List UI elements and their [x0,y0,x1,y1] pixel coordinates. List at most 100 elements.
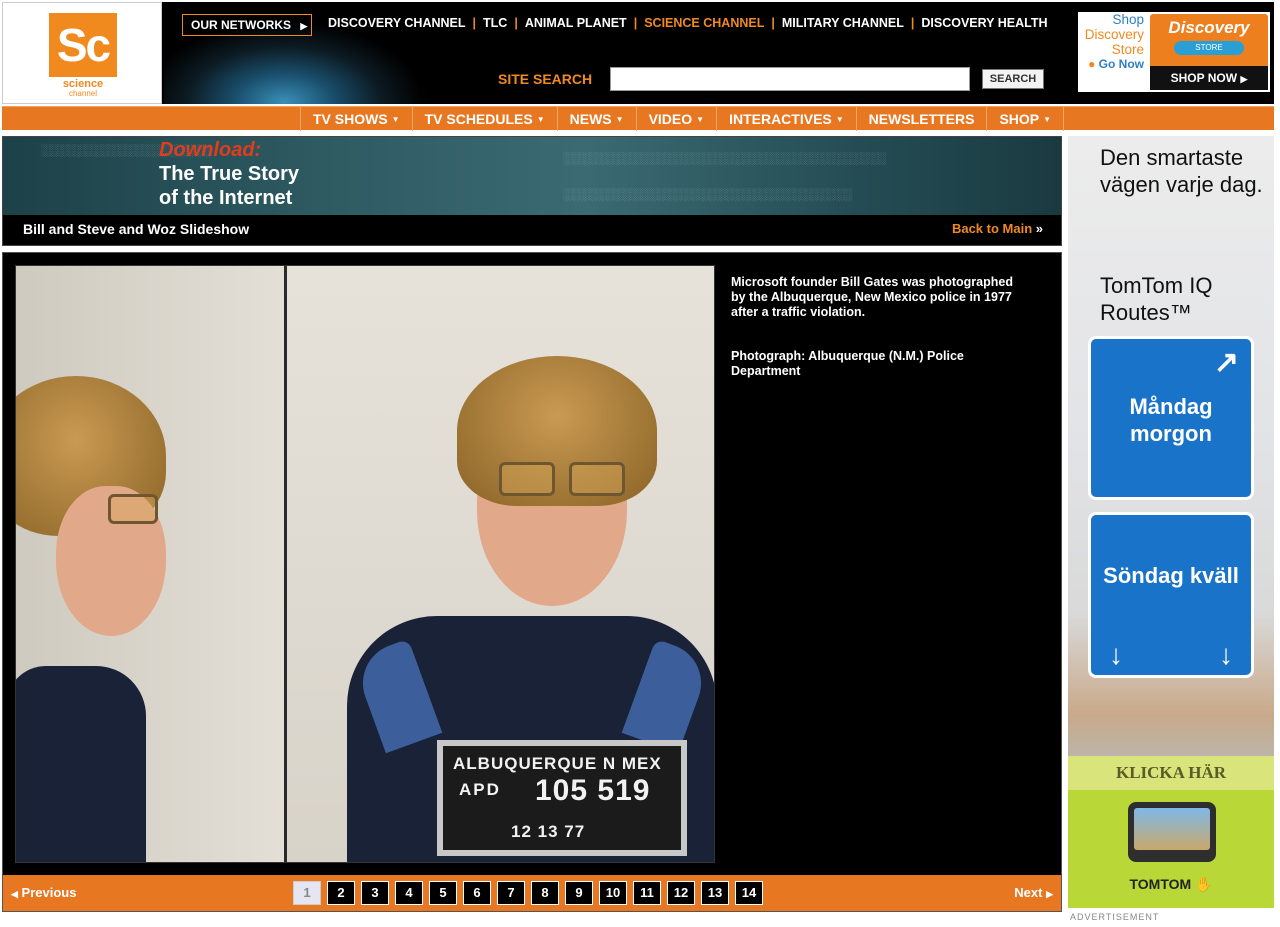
site-search-input[interactable] [610,67,970,91]
network-nav-area: OUR NETWORKS ▶ DISCOVERY CHANNEL | TLC |… [164,2,1068,104]
previous-button[interactable]: ◀ Previous [11,885,76,900]
separator: | [514,16,518,30]
go-arrow-icon: ● [1088,57,1096,71]
main-nav-bar: TV SHOWS ▼ TV SCHEDULES ▼ NEWS ▼ VIDEO ▼ INT… [2,106,1274,131]
network-link-science-channel[interactable]: SCIENCE CHANNEL [644,16,764,30]
road-sign-sunday: Söndag kväll ↓ ↓ [1088,512,1254,678]
page-button-14[interactable]: 14 [735,881,763,905]
our-networks-button[interactable]: OUR NETWORKS ▶ [182,14,312,36]
store-globe-badge: STORE [1174,41,1244,55]
slide-photo-credit: Photograph: Albuquerque (N.M.) Police De… [731,349,964,378]
booking-placard: ALBUQUERQUE N MEX APD 105 519 12 13 77 [437,740,687,856]
page-button-4[interactable]: 4 [395,881,423,905]
page-button-11[interactable]: 11 [633,881,661,905]
science-channel-logo[interactable]: Sc science channel [2,2,162,104]
dropdown-triangle-icon: ▼ [615,115,624,124]
download-promo-banner[interactable]: ░░░░░░░░░░░░░░░░░░░░ ░░░░░░░░░░░░░░░░░░░… [3,137,1061,215]
page-button-8[interactable]: 8 [531,881,559,905]
page-button-12[interactable]: 12 [667,881,695,905]
back-to-main-link[interactable]: Back to Main » [952,221,1043,236]
slideshow-banner: ░░░░░░░░░░░░░░░░░░░░ ░░░░░░░░░░░░░░░░░░░… [2,136,1062,246]
banner-download-label: Download: [159,139,262,161]
click-here-button[interactable]: KLICKA HÄR [1068,756,1274,790]
separator: | [910,16,915,30]
next-label: Next [1014,885,1043,900]
arrow-down-icon: ↓ [1109,639,1123,670]
triangle-left-icon: ◀ [11,889,18,899]
front-glasses-left-lens [499,462,555,496]
road-sign-monday-text: Måndag morgon [1129,394,1213,446]
discovery-store-ad[interactable]: Shop Discovery Store ● Go Now Discovery … [1072,2,1274,104]
slideshow-title: Bill and Steve and Woz Slideshow [23,221,250,237]
nav-shop-label: SHOP [999,111,1040,127]
network-links: DISCOVERY CHANNEL | TLC | ANIMAL PLANET … [328,16,1048,30]
road-sign-sunday-text: Söndag kväll [1103,563,1239,588]
previous-label: Previous [21,885,77,900]
triangle-right-icon: ▶ [1046,889,1053,899]
site-header: Sc science channel OUR NETWORKS ▶ DISCOV… [2,2,1274,104]
gps-device-image [1128,802,1216,862]
page-button-9[interactable]: 9 [565,881,593,905]
tomtom-hand-icon: ✋ [1195,876,1213,892]
tomtom-logo-text: TOMTOM [1129,876,1192,892]
network-link-animal-planet[interactable]: ANIMAL PLANET [525,16,627,30]
our-networks-label: OUR NETWORKS [191,18,291,32]
next-button[interactable]: Next ▶ [1014,885,1053,900]
road-sign-monday: ↗ Måndag morgon [1088,336,1254,500]
tomtom-ad[interactable]: Den smartaste vägen varje dag. TomTom IQ… [1068,136,1274,908]
search-button[interactable]: SEARCH [982,69,1044,89]
logo-word-science: science [62,78,104,90]
nav-news-label: NEWS [569,111,612,127]
page-button-1[interactable]: 1 [293,881,321,905]
ad-product-name: TomTom IQ Routes™ [1100,273,1213,325]
store-ad-text: Shop Discovery Store ● Go Now [1078,12,1148,92]
banner-background-texture: ░░░░░░░░░░░░░░░░░░░░░░░░░░░░░░░░░░░░░░ [563,151,887,165]
dropdown-triangle-icon: ▼ [696,115,705,124]
network-link-discovery-health[interactable]: DISCOVERY HEALTH [921,16,1047,30]
back-to-main-label: Back to Main [951,221,1033,236]
nav-tv-schedules[interactable]: TV SCHEDULES ▼ [411,107,557,131]
page-button-3[interactable]: 3 [361,881,389,905]
network-link-military-channel[interactable]: MILITARY CHANNEL [782,16,904,30]
site-search-label: SITE SEARCH [498,71,593,87]
nav-shop[interactable]: SHOP ▼ [986,107,1065,131]
go-now-link[interactable]: Go Now [1099,57,1144,71]
page-button-2[interactable]: 2 [327,881,355,905]
nav-interactives-label: INTERACTIVES [729,111,832,127]
separator: | [633,16,638,30]
slideshow-pager: ◀ Previous 1 2 3 4 5 6 7 8 9 10 11 12 13… [3,875,1061,911]
nav-news[interactable]: NEWS ▼ [556,107,636,131]
slide-photo: ALBUQUERQUE N MEX APD 105 519 12 13 77 [15,265,715,863]
nav-newsletters[interactable]: NEWSLETTERS [855,107,987,131]
logo-word-channel: channel [68,89,98,98]
page-button-10[interactable]: 10 [599,881,627,905]
banner-background-texture: ░░░░░░░░░░░░░░░░░░░░░░░░░░░░░░░░░░ [563,187,853,201]
page-button-6[interactable]: 6 [463,881,491,905]
nav-interactives[interactable]: INTERACTIVES ▼ [716,107,856,131]
front-glasses-right-lens [569,462,625,496]
separator: | [771,16,775,30]
profile-sweater [16,666,146,862]
banner-headline-line1: The True Story [159,163,300,185]
network-link-discovery-channel[interactable]: DISCOVERY CHANNEL [328,16,466,30]
nav-video[interactable]: VIDEO ▼ [635,107,717,131]
double-chevron-right-icon: » [1035,221,1043,236]
triangle-right-icon: ▶ [1240,74,1248,84]
page-button-5[interactable]: 5 [429,881,457,905]
placard-apd: APD [459,780,501,799]
page-button-7[interactable]: 7 [497,881,525,905]
nav-tv-schedules-label: TV SCHEDULES [424,111,533,127]
slideshow-panel: ALBUQUERQUE N MEX APD 105 519 12 13 77 M… [2,252,1062,912]
store-discovery-text: Discovery [1084,27,1144,42]
separator: | [472,16,477,30]
gps-screen [1134,808,1210,850]
network-link-tlc[interactable]: TLC [483,16,507,30]
store-ad-panel: Shop Discovery Store ● Go Now Discovery … [1078,12,1270,92]
nav-tv-shows[interactable]: TV SHOWS ▼ [300,107,412,131]
ad-product-area: TOMTOM ✋ [1068,790,1274,908]
nav-tv-shows-label: TV SHOWS [313,111,388,127]
page-button-13[interactable]: 13 [701,881,729,905]
shop-now-button[interactable]: SHOP NOW ▶ [1150,66,1268,90]
placard-date: 12 13 77 [511,822,586,841]
shop-now-label: SHOP NOW [1170,71,1238,85]
